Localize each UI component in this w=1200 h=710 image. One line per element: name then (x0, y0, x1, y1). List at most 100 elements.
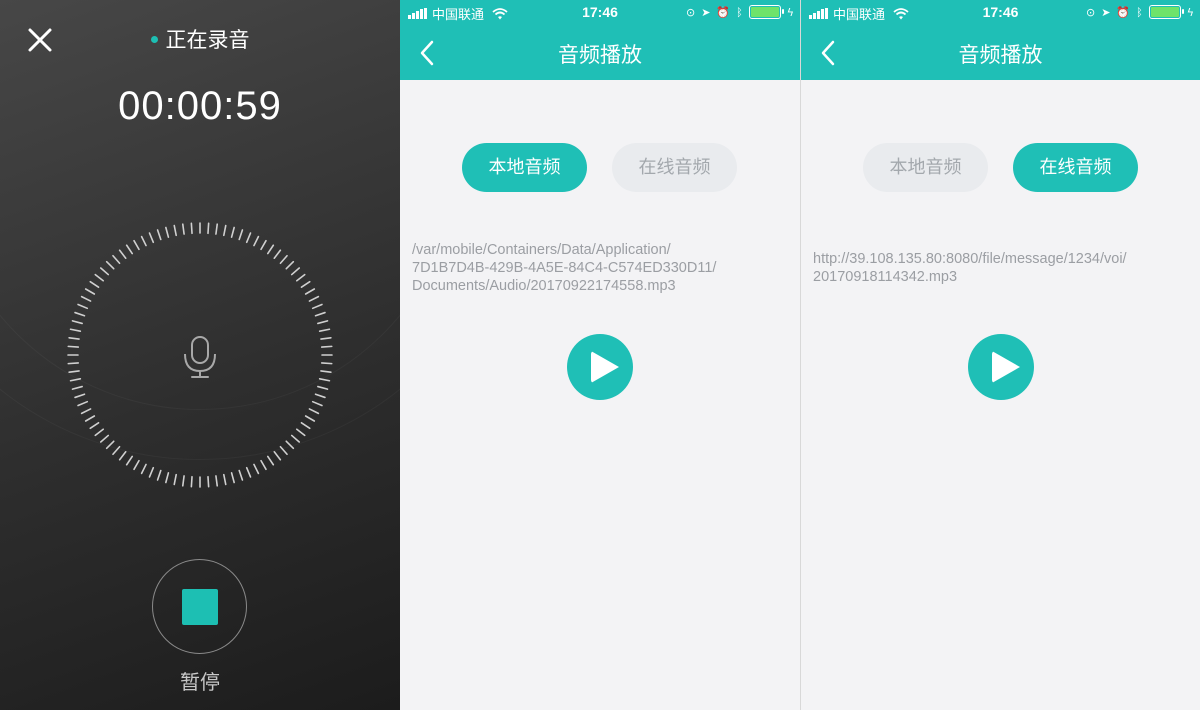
dial-tick (84, 288, 96, 295)
dial-tick (69, 378, 82, 382)
dial-tick (156, 229, 162, 241)
dial-tick (71, 385, 83, 390)
play-icon (992, 351, 1020, 383)
dial-tick (245, 232, 252, 244)
dial-tick (112, 445, 121, 456)
stop-button[interactable] (152, 559, 247, 654)
page-title: 音频播放 (558, 43, 642, 67)
dial-tick (105, 260, 115, 270)
dial-tick (207, 475, 210, 488)
dial-tick (223, 224, 227, 237)
battery-icon (748, 5, 784, 19)
dial-tick (67, 362, 80, 365)
nav-bar: 音频播放 (400, 26, 800, 80)
dial-tick (67, 345, 80, 348)
dial-tick (279, 254, 288, 265)
status-bar: 中国联通 17:46 ⊙ ➤ ⏰ ᛒ ϟ (400, 0, 800, 26)
tab-online-audio[interactable]: 在线音频 (1013, 143, 1138, 192)
recording-indicator-dot (150, 35, 158, 43)
dial-tick (69, 328, 82, 332)
dial-tick (165, 472, 170, 484)
dial-tick (300, 421, 311, 430)
dial-tick (77, 303, 89, 310)
dial-tick (285, 260, 295, 270)
dial-tick (238, 469, 244, 481)
dial-tick (300, 280, 311, 289)
recording-dial (67, 222, 333, 488)
location-icon: ➤ (1101, 5, 1111, 19)
dial-tick (77, 400, 89, 407)
path-line: Documents/Audio/20170922174558.mp3 (412, 278, 676, 294)
dial-tick (74, 311, 86, 317)
dial-tick (318, 328, 331, 332)
dial-tick (105, 440, 115, 450)
dial-tick (318, 378, 331, 382)
dial-tick (279, 445, 288, 456)
dial-tick (125, 244, 134, 255)
rotation-lock-icon: ⊙ (1085, 5, 1096, 19)
status-bar: 中国联通 17:46 ⊙ ➤ ⏰ ᛒ ϟ (801, 0, 1200, 26)
dial-tick (118, 450, 127, 461)
dial-tick (253, 235, 260, 247)
url-line: http://39.108.135.80:8080/file/message/1… (813, 251, 1127, 267)
dial-tick (148, 466, 155, 478)
dial-tick (181, 475, 185, 487)
status-right: ⊙ ➤ ⏰ ᛒ ϟ (686, 5, 794, 19)
dial-tick (94, 273, 105, 282)
recording-status: 正在录音 (0, 24, 400, 54)
dial-tick (207, 222, 210, 235)
dial-tick (266, 244, 275, 255)
play-icon (591, 351, 619, 383)
dial-tick (181, 223, 185, 235)
dial-tick (68, 336, 80, 340)
dial-tick (215, 475, 219, 487)
tab-local-audio[interactable]: 本地音频 (863, 143, 988, 192)
online-audio-url: http://39.108.135.80:8080/file/message/1… (813, 250, 1193, 286)
dial-tick (273, 249, 282, 260)
dial-tick (304, 288, 316, 295)
dial-tick (295, 273, 306, 282)
dial-tick (173, 224, 177, 237)
dial-tick (273, 450, 282, 461)
dial-tick (133, 239, 140, 251)
dial-tick (118, 249, 127, 260)
dial-tick (165, 226, 170, 238)
dial-tick (320, 345, 333, 348)
microphone-icon (184, 336, 216, 378)
dial-tick (308, 295, 320, 302)
dial-tick (112, 254, 121, 265)
tab-online-audio[interactable]: 在线音频 (612, 143, 737, 192)
dial-tick (74, 393, 86, 399)
battery-icon (1148, 5, 1184, 19)
dial-tick (245, 466, 252, 478)
dial-tick (311, 400, 323, 407)
dial-tick (215, 223, 219, 235)
tab-local-audio[interactable]: 本地音频 (462, 143, 587, 192)
location-icon: ➤ (701, 5, 711, 19)
dial-tick (68, 370, 80, 374)
dial-tick (140, 235, 147, 247)
play-button[interactable] (968, 334, 1034, 400)
dial-tick (308, 408, 320, 415)
dial-tick (94, 428, 105, 437)
dial-tick (320, 362, 333, 365)
dial-tick (89, 280, 100, 289)
dial-tick (173, 473, 177, 486)
dial-tick (285, 440, 295, 450)
bluetooth-icon: ᛒ (1136, 5, 1143, 19)
dial-tick (190, 475, 193, 488)
alarm-icon: ⏰ (716, 5, 731, 19)
path-line: /var/mobile/Containers/Data/Application/ (412, 242, 671, 258)
dial-tick (311, 303, 323, 310)
dial-ticks (67, 222, 333, 488)
dial-tick (260, 459, 267, 471)
dial-tick (99, 267, 110, 276)
dial-tick (295, 428, 306, 437)
dial-tick (84, 415, 96, 422)
dial-tick (320, 336, 332, 340)
dial-tick (266, 455, 275, 466)
dial-tick (320, 370, 332, 374)
dial-tick (260, 239, 267, 251)
player-screen-local: 中国联通 17:46 ⊙ ➤ ⏰ ᛒ ϟ 音频播放 本地音频 在线音频 /var… (400, 0, 800, 710)
play-button[interactable] (567, 334, 633, 400)
